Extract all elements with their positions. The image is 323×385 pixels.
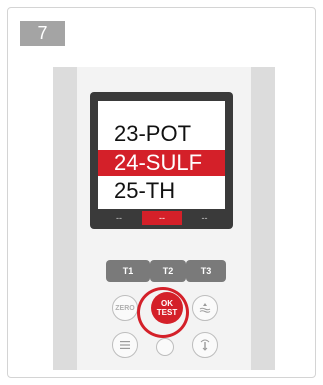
softkey-2: --: [142, 211, 182, 225]
water-button[interactable]: [192, 295, 218, 321]
softkey-row: -- -- --: [98, 211, 225, 225]
light-icon: [200, 339, 210, 351]
menu-item-23-pot[interactable]: 23-POT: [98, 121, 225, 147]
device-right-strip: [251, 67, 275, 370]
menu-lines-icon: [120, 341, 130, 349]
water-waves-icon: [199, 303, 211, 313]
menu-item-24-sulf[interactable]: 24-SULF: [98, 150, 225, 176]
light-button[interactable]: [192, 332, 218, 358]
softkey-1: --: [116, 213, 122, 223]
zero-label: ZERO: [115, 304, 135, 312]
menu-button[interactable]: [112, 332, 138, 358]
menu-item-25-th[interactable]: 25-TH: [98, 178, 225, 204]
t3-key[interactable]: T3: [186, 260, 226, 282]
t1-key[interactable]: T1: [106, 260, 150, 282]
t2-key[interactable]: T2: [150, 260, 186, 282]
softkey-3: --: [201, 213, 208, 223]
zero-button[interactable]: ZERO: [112, 295, 138, 321]
step-badge: 7: [20, 21, 65, 46]
device-screen: 23-POT 24-SULF 25-TH: [98, 101, 225, 209]
device-left-strip: [53, 67, 77, 370]
ok-test-button[interactable]: OK TEST: [151, 292, 183, 324]
test-label: TEST: [156, 308, 178, 317]
ok-label: OK: [161, 299, 173, 308]
center-button[interactable]: [156, 338, 174, 356]
